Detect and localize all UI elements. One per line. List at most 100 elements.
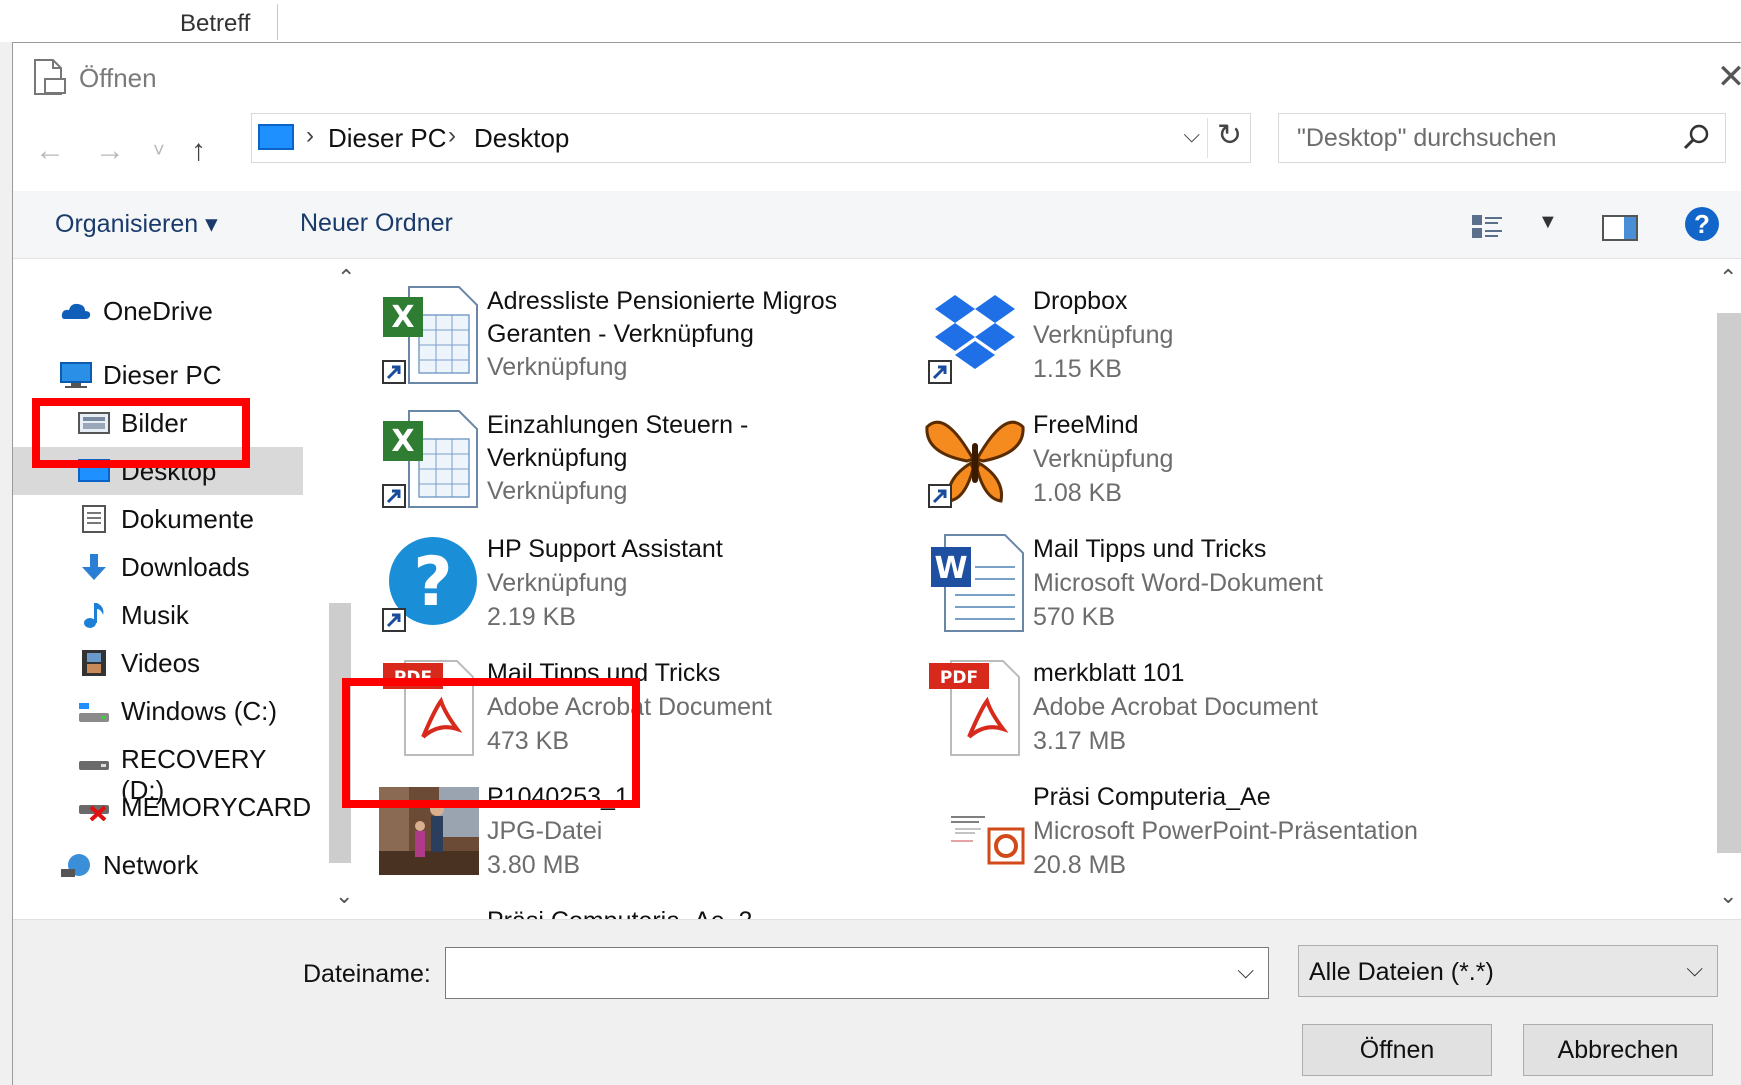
svg-text:PDF: PDF [940,668,978,688]
powerpoint-icon [945,811,1025,865]
file-item[interactable]: FreeMind Verknüpfung 1.08 KB [897,397,1437,517]
file-type: Verknüpfung [487,569,628,597]
column-header-subject: Betreff [180,10,251,37]
this-pc-icon [258,124,294,150]
search-box[interactable]: "Desktop" durchsuchen [1278,113,1726,163]
file-item[interactable]: Dropbox Verknüpfung 1.15 KB [897,273,1437,393]
file-type: Verknüpfung [1033,445,1174,473]
search-placeholder: "Desktop" durchsuchen [1297,124,1557,152]
file-name: HP Support Assistant [487,535,723,563]
sidebar-item-label: Dieser PC [103,360,222,390]
sidebar-item-videos[interactable]: Videos [13,639,303,687]
help-shortcut-icon: ? [382,537,477,632]
excel-shortcut-icon: X [382,286,478,384]
sidebar-item-label: Windows (C:) [121,696,278,726]
background-app-header: Betreff [0,0,1741,42]
view-options-icon[interactable] [1470,213,1504,241]
file-item[interactable]: Präsi Computeria_Ae Microsoft PowerPoint… [897,769,1437,889]
open-file-dialog: Öffnen ✕ ← → ˅ ↑ › Dieser PC › Desktop ⌵… [12,42,1741,1085]
file-name: FreeMind [1033,411,1139,439]
up-button[interactable]: ↑ [191,131,206,171]
chevron-down-icon[interactable]: ⌵ [1237,958,1254,984]
sidebar-item-label: OneDrive [103,296,213,326]
address-bar[interactable]: › Dieser PC › Desktop ⌵ ↻ [251,113,1251,163]
cancel-button[interactable]: Abbrechen [1523,1024,1713,1076]
dialog-footer: Dateiname: ⌵ Alle Dateien (*.*) ⌵ Öffnen… [13,919,1741,1085]
file-list: X Adressliste Pensionierte Migros Gerant… [351,259,1713,919]
navigation-pane: OneDrive Dieser PC Bilder Desktop Dokume… [13,259,323,919]
file-size: 2.19 KB [487,603,576,631]
file-item[interactable]: Präsi Computeria_Ae_2 [351,893,891,919]
file-item[interactable]: ? HP Support Assistant Verknüpfung 2.19 … [351,521,891,641]
chevron-right-icon: › [306,122,314,149]
sidebar-item-network[interactable]: Network [13,841,303,889]
sidebar-item-label: Network [103,850,199,880]
file-name: merkblatt 101 [1033,659,1185,687]
recent-locations-button[interactable]: ˅ [153,131,165,171]
scroll-up-icon[interactable]: ⌃ [1719,265,1737,291]
search-icon[interactable] [1681,122,1711,152]
excel-shortcut-icon: X [382,410,478,508]
sidebar-item-label: Dokumente [121,504,254,534]
close-button[interactable]: ✕ [1711,57,1741,97]
drive-icon [79,761,109,770]
file-size: 1.15 KB [1033,355,1122,383]
file-name: Präsi Computeria_Ae_2 [487,905,887,919]
word-icon: W [931,534,1024,632]
drive-error-icon [79,805,109,821]
sidebar-item-label: Videos [121,648,201,678]
download-icon [82,554,106,580]
file-highlight-box [342,678,640,808]
column-divider [277,4,278,40]
file-size: 3.80 MB [487,851,581,879]
help-icon[interactable]: ? [1685,207,1719,241]
file-type-filter-value: Alle Dateien (*.*) [1309,958,1494,986]
sidebar-item-documents[interactable]: Dokumente [13,495,303,543]
file-size: 3.17 MB [1033,727,1127,755]
chevron-down-icon[interactable]: ⌵ [1183,122,1200,148]
sidebar-item-windows-c[interactable]: Windows (C:) [13,687,303,735]
file-size: 20.8 MB [1033,851,1127,879]
refresh-icon[interactable]: ↻ [1217,118,1242,153]
file-item[interactable]: W Mail Tipps und Tricks Microsoft Word-D… [897,521,1437,641]
file-type: JPG-Datei [487,817,603,845]
address-divider [1207,118,1208,158]
open-button[interactable]: Öffnen [1302,1024,1492,1076]
open-document-icon [34,59,66,95]
sidebar-item-this-pc[interactable]: Dieser PC [13,351,303,399]
file-list-scroll-thumb[interactable] [1717,313,1741,853]
sidebar-item-downloads[interactable]: Downloads [13,543,303,591]
file-item[interactable]: X Adressliste Pensionierte Migros Gerant… [351,273,891,393]
file-type-filter[interactable]: Alle Dateien (*.*) ⌵ [1298,945,1718,997]
back-button[interactable]: ← [35,131,65,171]
sidebar-item-onedrive[interactable]: OneDrive [13,287,303,335]
chevron-down-icon[interactable]: ⌵ [1686,956,1703,982]
new-folder-button[interactable]: Neuer Ordner [300,209,453,238]
file-item[interactable]: X Einzahlungen Steuern - Verknüpfung Ver… [351,397,891,517]
chevron-right-icon: › [448,122,456,149]
view-dropdown-icon[interactable]: ▼ [1538,211,1558,234]
breadcrumb-desktop[interactable]: Desktop [474,123,569,154]
svg-text:X: X [391,424,414,459]
breadcrumb-this-pc[interactable]: Dieser PC [328,123,446,154]
dropbox-icon [928,295,1015,384]
command-bar: Organisieren ▾ Neuer Ordner ▼ ? [13,191,1741,259]
preview-pane-icon[interactable] [1602,215,1638,241]
forward-button[interactable]: → [95,131,125,171]
desktop-highlight-box [32,398,250,468]
file-item[interactable]: PDF merkblatt 101 Adobe Acrobat Document… [897,645,1437,765]
svg-text:X: X [391,300,414,335]
file-type: Microsoft Word-Dokument [1033,569,1323,597]
file-type: Adobe Acrobat Document [1033,693,1318,721]
sidebar-item-recovery-d[interactable]: RECOVERY (D:) [13,735,303,805]
documents-icon [82,505,106,533]
sidebar-item-memorycard[interactable]: MEMORYCARD [13,783,311,831]
file-name: Präsi Computeria_Ae [1033,783,1271,811]
videos-icon [82,650,106,676]
scroll-down-icon[interactable]: ⌄ [1719,883,1737,909]
sidebar-item-music[interactable]: Musik [13,591,303,639]
filename-label: Dateiname: [303,960,431,988]
computer-icon [60,362,92,388]
organize-button[interactable]: Organisieren ▾ [55,209,218,239]
filename-input[interactable]: ⌵ [445,947,1269,999]
